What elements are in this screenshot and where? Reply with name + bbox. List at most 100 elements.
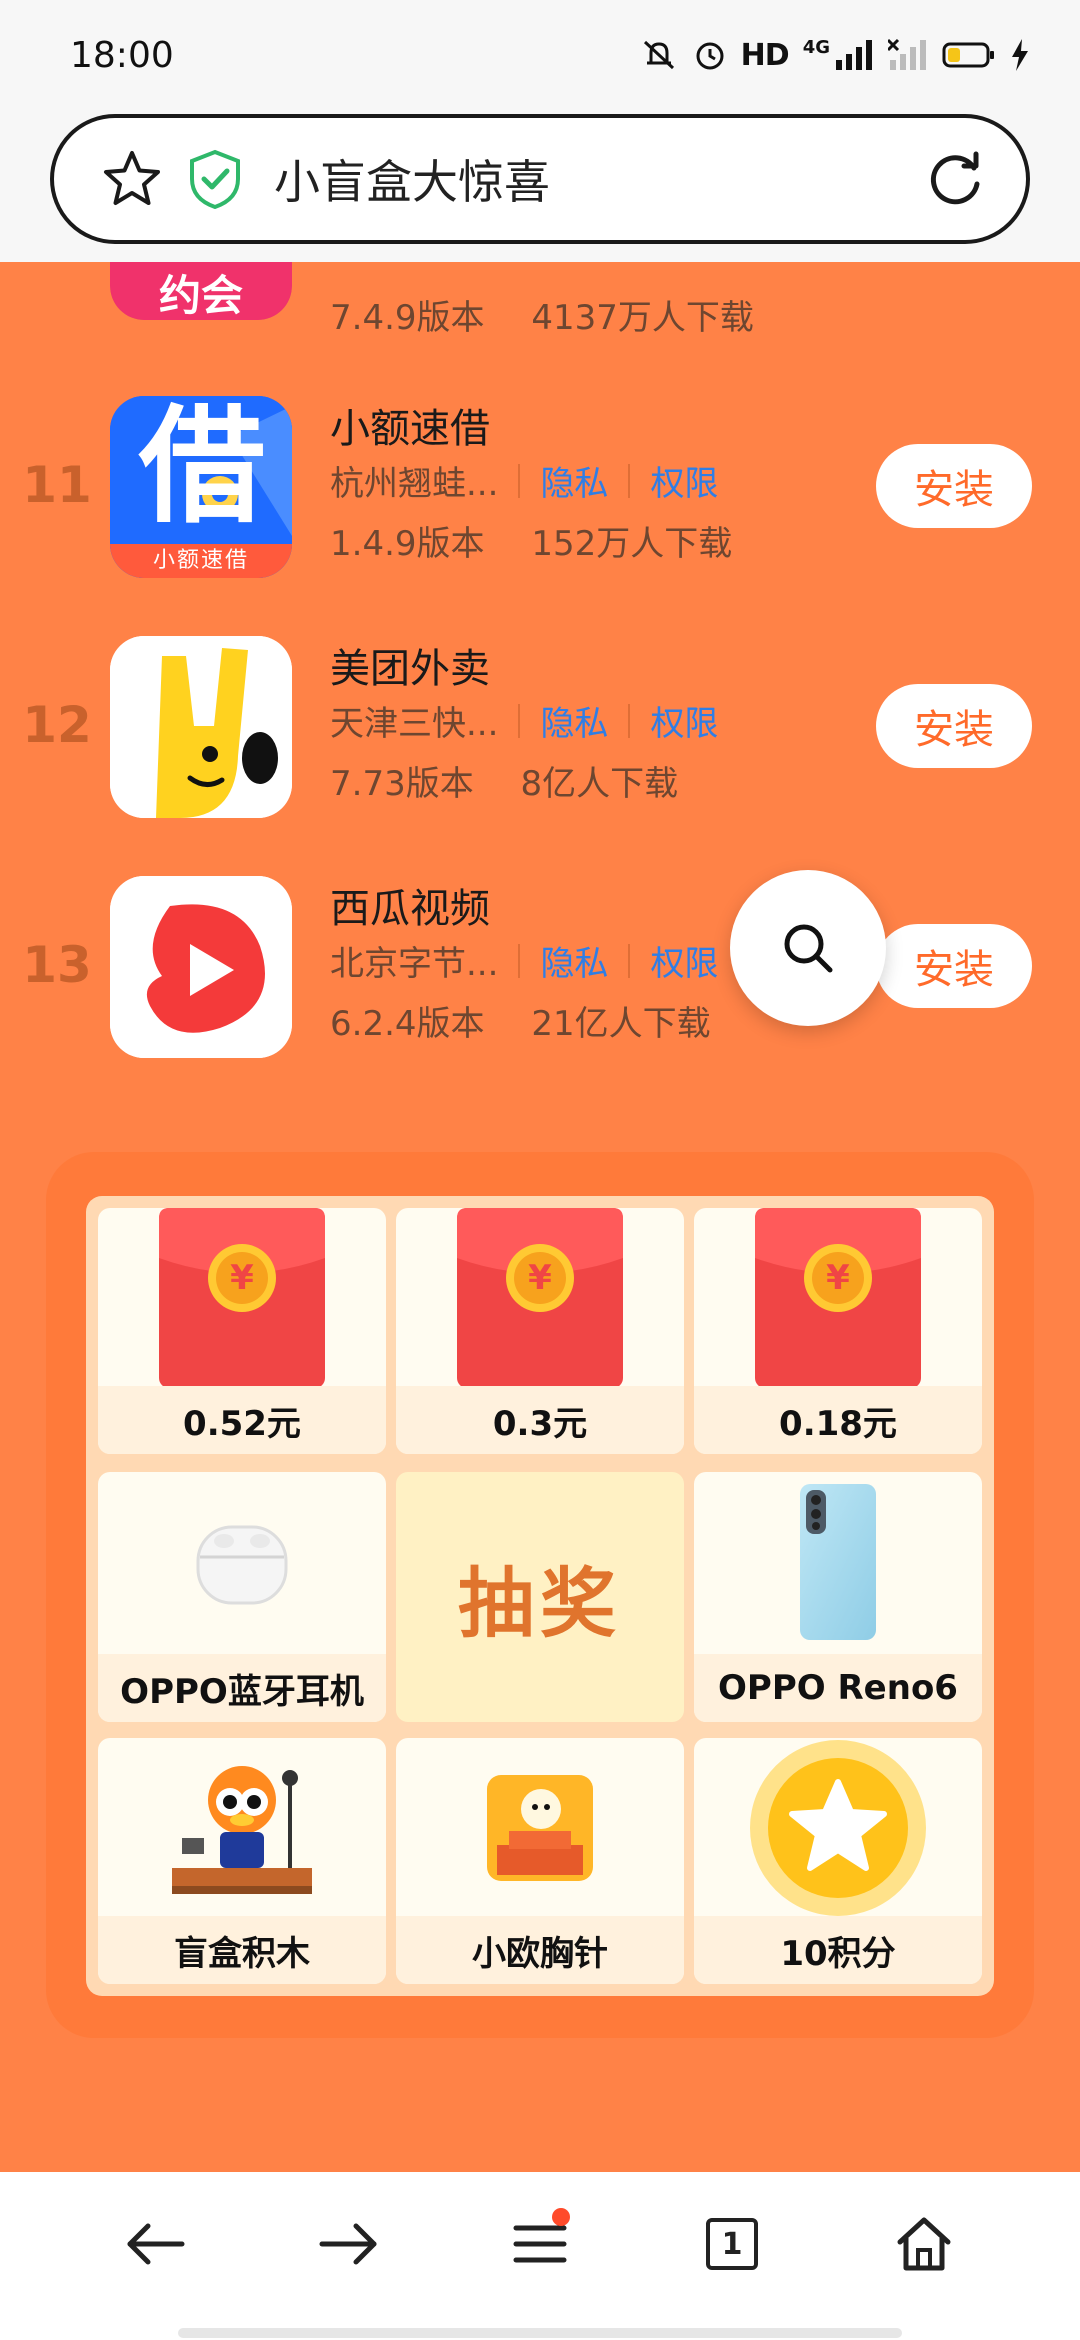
tabs-count: 1 bbox=[721, 2226, 743, 2262]
app-rank: 11 bbox=[22, 456, 92, 514]
app-version: 1.4.9版本 bbox=[330, 524, 485, 564]
app-icon-caption: 约会 bbox=[158, 271, 243, 320]
divider bbox=[628, 943, 631, 978]
app-meta: 7.73版本 8亿人下载 bbox=[330, 756, 678, 805]
app-meta: 1.4.9版本 152万人下载 bbox=[330, 516, 732, 565]
search-icon bbox=[784, 924, 833, 973]
app-downloads: 8亿人下载 bbox=[520, 764, 679, 804]
divider bbox=[518, 463, 521, 498]
prize-label: 10积分 bbox=[694, 1916, 982, 1984]
menu-icon bbox=[513, 2225, 567, 2263]
tabs-icon: 1 bbox=[706, 2218, 758, 2270]
red-envelope-icon: ¥ bbox=[98, 1208, 386, 1388]
permission-link[interactable]: 权限 bbox=[650, 456, 718, 505]
permission-link[interactable]: 权限 bbox=[650, 696, 718, 745]
permission-link[interactable]: 权限 bbox=[650, 936, 718, 985]
home-button[interactable] bbox=[874, 2194, 974, 2294]
network-type: 4G bbox=[802, 36, 830, 58]
divider bbox=[518, 703, 521, 738]
menu-button[interactable] bbox=[490, 2194, 590, 2294]
app-downloads: 152万人下载 bbox=[531, 524, 733, 564]
browser-header: 18:00 HD 4G 小盲盒大惊喜 bbox=[0, 0, 1080, 262]
prize-label: OPPO Reno6 bbox=[694, 1654, 982, 1722]
earphones-icon bbox=[98, 1472, 386, 1652]
app-rank: 12 bbox=[22, 696, 92, 754]
status-bar: 18:00 HD 4G bbox=[0, 0, 1080, 110]
yuan-symbol: ¥ bbox=[528, 1258, 552, 1298]
prize-red-envelope: ¥ 0.18元 bbox=[694, 1208, 982, 1454]
app-meta: 7.4.9版本 4137万人下载 bbox=[330, 290, 754, 339]
mute-bell-icon bbox=[643, 40, 674, 70]
app-dev-line: 天津三快... 隐私 权限 bbox=[330, 696, 718, 745]
prize-blocks: 盲盒积木 bbox=[98, 1738, 386, 1984]
app-icon-meituan bbox=[110, 636, 292, 818]
privacy-link[interactable]: 隐私 bbox=[540, 696, 608, 745]
blocks-toy-icon bbox=[98, 1738, 386, 1918]
signal-icon bbox=[836, 40, 872, 70]
draw-label: 抽奖 bbox=[458, 1559, 622, 1648]
app-icon-xigua bbox=[110, 876, 292, 1058]
app-downloads: 21亿人下载 bbox=[531, 1004, 711, 1044]
prize-grid: ¥ 0.52元 ¥ 0.3元 ¥ 0.18元 OPPO蓝牙耳机 抽奖 OPPO … bbox=[86, 1196, 994, 1996]
prize-red-envelope: ¥ 0.3元 bbox=[396, 1208, 684, 1454]
alarm-icon bbox=[696, 42, 724, 70]
pin-icon bbox=[396, 1738, 684, 1918]
app-icon-caption: 小额速借 bbox=[152, 548, 249, 573]
prize-points: 10积分 bbox=[694, 1738, 982, 1984]
prize-red-envelope: ¥ 0.52元 bbox=[98, 1208, 386, 1454]
divider bbox=[628, 463, 631, 498]
privacy-link[interactable]: 隐私 bbox=[540, 936, 608, 985]
divider bbox=[518, 943, 521, 978]
forward-arrow-icon bbox=[319, 2223, 377, 2265]
prize-label: 小欧胸针 bbox=[396, 1916, 684, 1984]
app-version: 7.4.9版本 bbox=[330, 298, 485, 338]
charging-icon bbox=[1012, 39, 1028, 71]
forward-button[interactable] bbox=[298, 2194, 398, 2294]
app-version: 7.73版本 bbox=[330, 764, 474, 804]
back-arrow-icon bbox=[127, 2223, 185, 2265]
app-rank: 13 bbox=[22, 936, 92, 994]
app-name: 美团外卖 bbox=[330, 646, 490, 692]
app-developer: 天津三快... bbox=[330, 704, 499, 744]
app-row[interactable]: 11 借 小额速借 小额速借 杭州翘蛙... 隐私 权限 1.4.9版本 152… bbox=[0, 396, 1080, 586]
app-icon-loan: 借 小额速借 bbox=[110, 396, 292, 578]
yuan-symbol: ¥ bbox=[826, 1258, 850, 1298]
app-developer: 北京字节... bbox=[330, 944, 499, 984]
phone-icon bbox=[694, 1472, 982, 1652]
shield-check-icon[interactable] bbox=[188, 149, 242, 209]
status-icons: HD 4G bbox=[639, 37, 1030, 73]
app-developer: 杭州翘蛙... bbox=[330, 464, 499, 504]
yuan-symbol: ¥ bbox=[230, 1258, 254, 1298]
app-row[interactable]: 12 美团外卖 天津三快... 隐私 权限 7.73版本 8亿人下载 安装 bbox=[0, 636, 1080, 826]
bottom-navigation: 1 bbox=[0, 2172, 1080, 2340]
privacy-link[interactable]: 隐私 bbox=[540, 456, 608, 505]
url-bar[interactable]: 小盲盒大惊喜 bbox=[50, 114, 1030, 244]
home-indicator[interactable] bbox=[178, 2328, 902, 2338]
back-button[interactable] bbox=[106, 2194, 206, 2294]
prize-label: 0.52元 bbox=[98, 1386, 386, 1454]
app-downloads: 4137万人下载 bbox=[531, 298, 754, 338]
battery-icon bbox=[942, 42, 994, 68]
prize-label: 0.18元 bbox=[694, 1386, 982, 1454]
reload-icon[interactable] bbox=[924, 148, 986, 210]
url-title[interactable]: 小盲盒大惊喜 bbox=[274, 146, 924, 212]
draw-button[interactable]: 抽奖 bbox=[396, 1472, 684, 1722]
star-coin-icon bbox=[694, 1738, 982, 1918]
star-icon[interactable] bbox=[100, 147, 164, 211]
app-version: 6.2.4版本 bbox=[330, 1004, 485, 1044]
signal-off-icon bbox=[888, 38, 926, 70]
app-meta: 6.2.4版本 21亿人下载 bbox=[330, 996, 711, 1045]
install-button[interactable]: 安装 bbox=[876, 684, 1032, 768]
install-button[interactable]: 安装 bbox=[876, 924, 1032, 1008]
app-row[interactable]: 13 西瓜视频 北京字节... 隐私 权限 6.2.4版本 21亿人下载 安装 bbox=[0, 876, 1080, 1066]
prize-label: OPPO蓝牙耳机 bbox=[98, 1654, 386, 1722]
install-button[interactable]: 安装 bbox=[876, 444, 1032, 528]
floating-search-button[interactable] bbox=[730, 870, 886, 1026]
notification-dot bbox=[552, 2208, 570, 2226]
app-icon-char: 借 bbox=[139, 396, 265, 540]
prize-earphones: OPPO蓝牙耳机 bbox=[98, 1472, 386, 1722]
prize-phone: OPPO Reno6 bbox=[694, 1472, 982, 1722]
app-name: 西瓜视频 bbox=[330, 886, 490, 932]
tabs-button[interactable]: 1 bbox=[682, 2194, 782, 2294]
app-dev-line: 杭州翘蛙... 隐私 权限 bbox=[330, 456, 718, 505]
